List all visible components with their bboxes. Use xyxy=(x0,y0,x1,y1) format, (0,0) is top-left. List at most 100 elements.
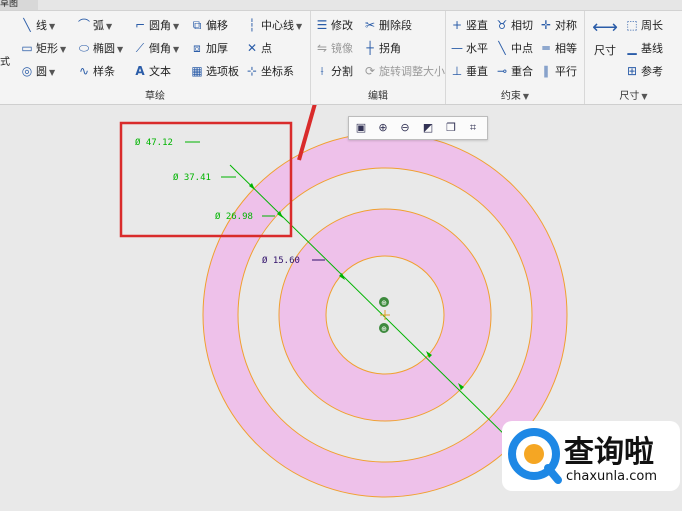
chamfer-tool[interactable]: ⟋ 倒角 ▼ xyxy=(133,38,179,58)
refit-icon[interactable]: ▣ xyxy=(353,120,369,136)
palette-icon: ▦ xyxy=(191,64,203,78)
magnifier-logo-icon xyxy=(508,428,562,484)
chevron-down-icon[interactable]: ▼ xyxy=(49,22,55,31)
delete-segment-tool[interactable]: ✂ 删除段 xyxy=(363,15,412,35)
modify-tool[interactable]: ☰ 修改 xyxy=(315,15,353,35)
coincident-constraint[interactable]: ⊸ 重合 xyxy=(495,61,533,81)
mirror-tool[interactable]: ⇋ 镜像 xyxy=(315,38,353,58)
midpoint-icon: ╲ xyxy=(498,41,506,55)
ellipse-tool[interactable]: ⬭ 椭圆 ▼ xyxy=(77,38,123,58)
dimension-37-41[interactable]: Ø 37.41 xyxy=(173,172,236,183)
center-marker-bottom-glyph: ⊕ xyxy=(381,325,387,333)
dimension-text: Ø 26.98 xyxy=(215,211,253,222)
zoom-in-icon[interactable]: ⊕ xyxy=(375,120,391,136)
group-label-constrain[interactable]: 约束 ▼ xyxy=(446,87,584,102)
dimension-text: Ø 37.41 xyxy=(173,172,211,183)
spline-icon: ∿ xyxy=(78,64,90,78)
tab-sketch[interactable]: 草图 xyxy=(0,0,38,10)
centerline-icon: ┆ xyxy=(248,18,256,32)
symmetric-icon: ✛ xyxy=(540,18,552,32)
center-point-markers[interactable]: ⊕ ⊕ xyxy=(379,297,390,333)
dimension-big-button[interactable]: ⟷ 尺寸 xyxy=(589,15,621,75)
perimeter-icon: ⬚ xyxy=(626,18,638,32)
vertical-constraint[interactable]: + 竖直 xyxy=(450,15,488,35)
delete-segment-icon: ✂ xyxy=(364,18,376,32)
reference-tool[interactable]: ⊞ 参考 xyxy=(625,61,663,81)
display-style-icon[interactable]: ◩ xyxy=(420,120,436,136)
chevron-down-icon[interactable]: ▼ xyxy=(49,68,55,77)
coincident-icon: ⊸ xyxy=(496,64,508,78)
sketch-view-icon[interactable]: ❐ xyxy=(443,120,459,136)
group-label-sketch: 草绘 xyxy=(145,91,165,102)
equal-constraint[interactable]: ═ 相等 xyxy=(539,38,577,58)
chevron-down-icon[interactable]: ▼ xyxy=(296,22,302,31)
tangent-constraint[interactable]: ♉ 相切 xyxy=(495,15,533,35)
sketch-group: 式 ╲ 线 ▼ ▭ 矩形 ▼ ◎ 圆 ▼ ⌒ 弧 ▼ ⬭ 椭圆 ▼ ∿ 样条 ⌐ 圆角 ▼ ⟋ 倒角 ▼ A文… xyxy=(0,11,311,104)
arc-tool[interactable]: ⌒ 弧 ▼ xyxy=(77,15,112,35)
palette-tool[interactable]: ▦ 选项板 xyxy=(190,61,239,81)
watermark-title: 查询啦 xyxy=(564,435,654,470)
text-icon: A xyxy=(135,64,145,78)
offset-icon: ⧉ xyxy=(192,18,202,32)
fillet-tool[interactable]: ⌐ 圆角 ▼ xyxy=(133,15,179,35)
midpoint-constraint[interactable]: ╲ 中点 xyxy=(495,38,533,58)
rectangle-tool[interactable]: ▭ 矩形 ▼ xyxy=(20,38,66,58)
chevron-down-icon: ▼ xyxy=(641,92,648,101)
point-icon: ✕ xyxy=(246,41,258,55)
zoom-out-icon[interactable]: ⊖ xyxy=(397,120,413,136)
thicken-tool[interactable]: ⧈ 加厚 xyxy=(190,38,228,58)
chevron-down-icon[interactable]: ▼ xyxy=(173,22,179,31)
divide-tool[interactable]: ⟊ 分割 xyxy=(315,61,353,81)
chevron-down-icon: ▼ xyxy=(522,92,530,101)
text-tool[interactable]: A 文本 xyxy=(133,61,171,81)
line-tool[interactable]: ╲ 线 ▼ xyxy=(20,15,55,35)
equal-icon: ═ xyxy=(542,41,550,55)
fillet-icon: ⌐ xyxy=(134,18,146,32)
chamfer-icon: ⟋ xyxy=(135,41,145,55)
group-label-dimension[interactable]: 尺寸 ▼ xyxy=(585,87,682,102)
clipped-tool[interactable]: 式 xyxy=(0,53,10,68)
parallel-constraint[interactable]: ∥ 平行 xyxy=(539,61,577,81)
chevron-down-icon[interactable]: ▼ xyxy=(60,45,66,54)
symmetric-constraint[interactable]: ✛ 对称 xyxy=(539,15,577,35)
centerline-tool[interactable]: ┆ 中心线 ▼ xyxy=(245,15,302,35)
watermark-logo: 查询啦 chaxunla.com xyxy=(502,421,680,491)
parallel-icon: ∥ xyxy=(543,64,549,78)
perpendicular-constraint[interactable]: ⊥ 垂直 xyxy=(450,61,488,81)
point-tool[interactable]: ✕ 点 xyxy=(245,38,272,58)
perimeter-tool[interactable]: ⬚ 周长 xyxy=(625,15,663,35)
thicken-icon: ⧈ xyxy=(193,41,201,55)
modify-icon: ☰ xyxy=(316,18,328,32)
spline-tool[interactable]: ∿ 样条 xyxy=(77,61,115,81)
chevron-down-icon[interactable]: ▼ xyxy=(106,22,112,31)
tab-strip: 草图 xyxy=(0,0,682,11)
dimension-47-12[interactable]: Ø 47.12 xyxy=(135,137,200,148)
coordinate-system-tool[interactable]: ⊹ 坐标系 xyxy=(245,61,294,81)
coordinate-system-icon: ⊹ xyxy=(246,64,258,78)
corner-tool[interactable]: ┼ 拐角 xyxy=(363,38,401,58)
horizontal-icon: — xyxy=(451,41,463,55)
ellipse-icon: ⬭ xyxy=(78,41,90,55)
divide-icon: ⟊ xyxy=(320,64,324,78)
horizontal-constraint[interactable]: — 水平 xyxy=(450,38,488,58)
sketch-settings-icon[interactable]: ⌗ xyxy=(465,120,481,136)
circle-icon: ◎ xyxy=(21,64,33,78)
reference-icon: ⊞ xyxy=(626,64,638,78)
rotate-resize-tool[interactable]: ⟳ 旋转调整大小 xyxy=(363,61,445,81)
watermark-url: chaxunla.com xyxy=(566,469,657,484)
view-toolbar: ▣ ⊕ ⊖ ◩ ❐ ⌗ xyxy=(348,116,488,140)
chevron-down-icon[interactable]: ▼ xyxy=(173,45,179,54)
baseline-tool[interactable]: ▁ 基线 xyxy=(625,38,663,58)
rectangle-icon: ▭ xyxy=(21,41,33,55)
tangent-icon: ♉ xyxy=(496,18,508,32)
dimension-text: Ø 15.60 xyxy=(262,255,300,266)
corner-icon: ┼ xyxy=(366,41,374,55)
line-icon: ╲ xyxy=(23,18,31,32)
circle-tool[interactable]: ◎ 圆 ▼ xyxy=(20,61,55,81)
chevron-down-icon[interactable]: ▼ xyxy=(117,45,123,54)
rotate-resize-icon: ⟳ xyxy=(364,64,376,78)
offset-tool[interactable]: ⧉ 偏移 xyxy=(190,15,228,35)
dimension-icon: ⟷ xyxy=(592,17,618,38)
edit-group: ☰ 修改 ✂ 删除段 ⇋ 镜像 ┼ 拐角 ⟊ 分割 ⟳ 旋转调整大小 编辑 xyxy=(311,11,446,104)
dimension-text: Ø 47.12 xyxy=(135,137,173,148)
